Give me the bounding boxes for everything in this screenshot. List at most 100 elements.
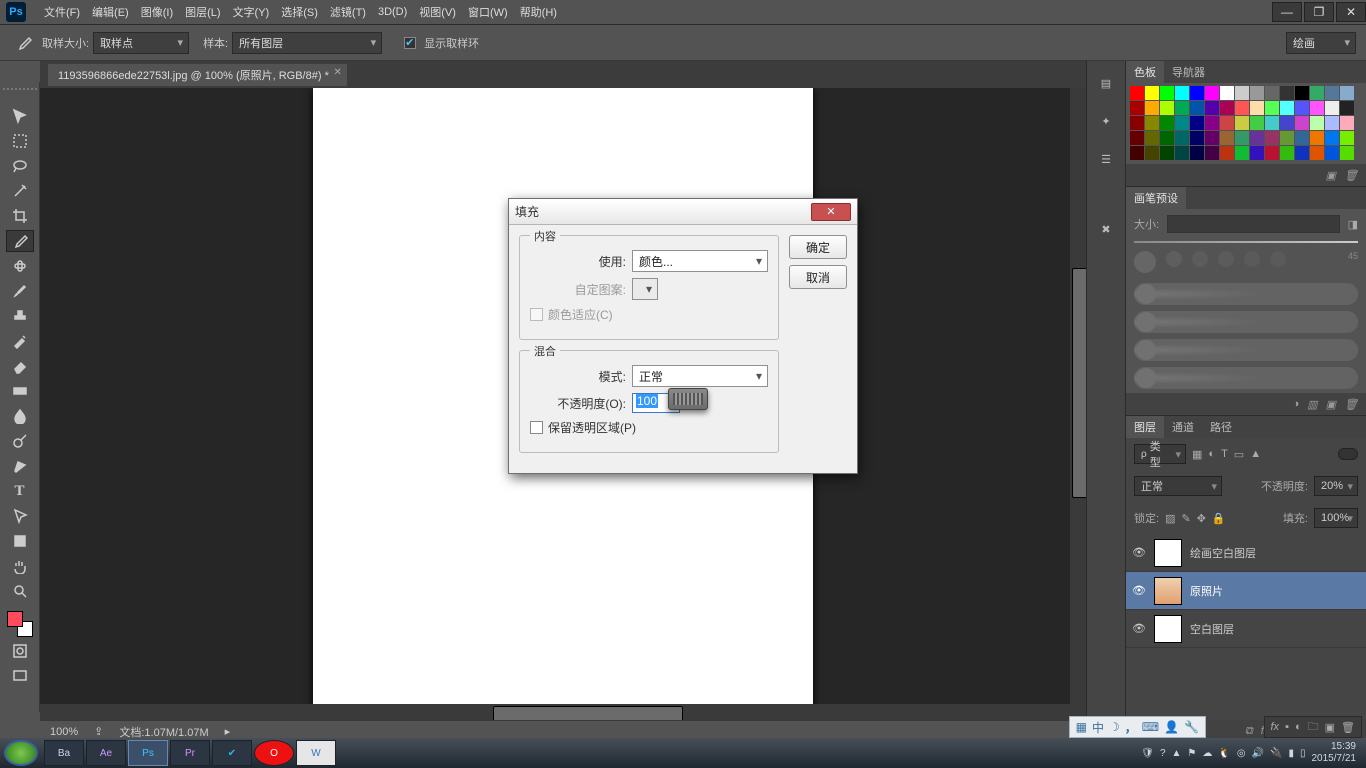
taskbar-app-baidu[interactable]: Ba: [44, 740, 84, 766]
layer-row[interactable]: 👁 空白图层: [1126, 610, 1366, 648]
brush-size-slider[interactable]: [1134, 241, 1358, 243]
brush-tip-row[interactable]: 45: [1126, 245, 1366, 279]
folder-status-icon[interactable]: 🗀: [1308, 718, 1319, 737]
vertical-scrollbar[interactable]: [1070, 88, 1086, 720]
workspace-select[interactable]: 绘画: [1286, 32, 1356, 54]
blend-mode-select[interactable]: 正常: [1134, 476, 1222, 496]
filter-adjust-icon[interactable]: ◐: [1208, 448, 1215, 460]
layer-name[interactable]: 空白图层: [1190, 621, 1234, 637]
window-close[interactable]: ✕: [1336, 2, 1366, 22]
fx-status-icon[interactable]: fx: [1271, 721, 1280, 733]
layer-opacity-input[interactable]: 20%: [1314, 476, 1358, 496]
trash-status-icon[interactable]: 🗑: [1341, 721, 1355, 734]
layer-thumb[interactable]: [1154, 615, 1182, 643]
mask-status-icon[interactable]: ▪: [1285, 721, 1289, 733]
menu-image[interactable]: 图像(I): [135, 0, 179, 24]
eraser-tool[interactable]: [6, 355, 34, 377]
zoom-tool[interactable]: [6, 580, 34, 602]
zoom-readout[interactable]: 100%: [50, 726, 78, 738]
dodge-tool[interactable]: [6, 430, 34, 452]
new-status-icon[interactable]: ▣: [1325, 721, 1335, 734]
menu-help[interactable]: 帮助(H): [514, 0, 563, 24]
window-restore[interactable]: ❐: [1304, 2, 1334, 22]
layer-visibility-icon[interactable]: 👁: [1132, 584, 1146, 597]
menu-select[interactable]: 选择(S): [275, 0, 324, 24]
menu-3d[interactable]: 3D(D): [372, 2, 413, 22]
menu-filter[interactable]: 滤镜(T): [324, 0, 372, 24]
preserve-trans-checkbox[interactable]: [530, 421, 543, 434]
layer-visibility-icon[interactable]: 👁: [1132, 546, 1146, 559]
layer-name[interactable]: 绘画空白图层: [1190, 545, 1256, 561]
filter-toggle[interactable]: [1338, 448, 1358, 460]
history-panel-icon[interactable]: ▤: [1094, 71, 1118, 95]
gradient-tool[interactable]: [6, 380, 34, 402]
menu-window[interactable]: 窗口(W): [462, 0, 514, 24]
tray-360-icon[interactable]: ◎: [1237, 748, 1246, 759]
navigator-tab[interactable]: 导航器: [1164, 61, 1213, 83]
path-select-tool[interactable]: [6, 505, 34, 527]
swatches-grid[interactable]: [1126, 83, 1366, 164]
brush-opt2-icon[interactable]: ▥: [1307, 398, 1317, 411]
swatches-tab[interactable]: 色板: [1126, 61, 1164, 83]
ok-button[interactable]: 确定: [789, 235, 847, 259]
horizontal-scrollbar[interactable]: [40, 704, 1070, 720]
pen-tool[interactable]: [6, 455, 34, 477]
quickmask-toggle[interactable]: [6, 640, 34, 662]
crop-tool[interactable]: [6, 205, 34, 227]
blur-tool[interactable]: [6, 405, 34, 427]
fill-input[interactable]: 100%: [1314, 508, 1358, 528]
layers-tab[interactable]: 图层: [1126, 416, 1164, 438]
fg-bg-swatch[interactable]: [7, 611, 33, 637]
status-arrow-icon[interactable]: ▸: [225, 725, 231, 738]
menu-view[interactable]: 视图(V): [413, 0, 462, 24]
new-swatch-icon[interactable]: ▣: [1326, 169, 1336, 182]
adjust-status-icon[interactable]: ◐: [1295, 721, 1302, 733]
taskbar-app-thunder[interactable]: ✔: [212, 740, 252, 766]
tray-wifi-icon[interactable]: ▮: [1288, 748, 1294, 759]
move-tool[interactable]: [6, 105, 34, 127]
paths-tab[interactable]: 路径: [1202, 416, 1240, 438]
tray-shield-icon[interactable]: 🛡: [1141, 748, 1154, 759]
taskbar-app-pr[interactable]: Pr: [170, 740, 210, 766]
menu-type[interactable]: 文字(Y): [227, 0, 276, 24]
onscreen-keyboard-icon[interactable]: [668, 388, 708, 410]
tray-flag-icon[interactable]: ⚑: [1187, 748, 1196, 759]
actions-panel-icon[interactable]: ✦: [1094, 109, 1118, 133]
ime-soft-kbd-icon[interactable]: ⌨: [1142, 720, 1159, 734]
taskbar-app-ae[interactable]: Ae: [86, 740, 126, 766]
menu-edit[interactable]: 编辑(E): [86, 0, 135, 24]
type-tool[interactable]: T: [6, 480, 34, 502]
ime-grid-icon[interactable]: ▦: [1076, 720, 1087, 734]
lock-paint-icon[interactable]: ✎: [1181, 512, 1190, 525]
lock-all-icon[interactable]: 🔒: [1212, 512, 1226, 525]
ime-moon-icon[interactable]: ☽: [1109, 720, 1120, 734]
shape-tool[interactable]: [6, 530, 34, 552]
brush-size-input[interactable]: [1167, 215, 1340, 233]
filter-pixel-icon[interactable]: ▦: [1192, 448, 1202, 461]
layer-filter-type[interactable]: ρ 类型: [1134, 444, 1186, 464]
filter-type-icon[interactable]: T: [1221, 448, 1228, 460]
filter-smart-icon[interactable]: ▲: [1250, 448, 1261, 460]
ime-punct-icon[interactable]: ，: [1125, 719, 1137, 736]
mode-select[interactable]: 正常: [632, 365, 768, 387]
delete-swatch-icon[interactable]: 🗑: [1344, 169, 1358, 182]
properties-panel-icon[interactable]: ☰: [1094, 147, 1118, 171]
use-select[interactable]: 颜色...: [632, 250, 768, 272]
lock-pos-icon[interactable]: ✥: [1197, 512, 1206, 525]
brush-toggle-icon[interactable]: ◨: [1348, 218, 1358, 231]
new-brush-icon[interactable]: ▣: [1326, 398, 1336, 411]
delete-brush-icon[interactable]: 🗑: [1344, 398, 1358, 411]
tray-action-icon[interactable]: ▯: [1300, 748, 1306, 759]
brush-presets-tab[interactable]: 画笔预设: [1126, 187, 1186, 209]
layer-row[interactable]: 👁 原照片: [1126, 572, 1366, 610]
layer-name[interactable]: 原照片: [1190, 583, 1223, 599]
taskbar-app-word[interactable]: W: [296, 740, 336, 766]
window-minimize[interactable]: —: [1272, 2, 1302, 22]
lasso-tool[interactable]: [6, 155, 34, 177]
link-layers-icon[interactable]: ⧉: [1245, 725, 1253, 738]
stamp-tool[interactable]: [6, 305, 34, 327]
close-tab-icon[interactable]: ✕: [333, 67, 341, 78]
hand-tool[interactable]: [6, 555, 34, 577]
show-ring-checkbox[interactable]: [404, 37, 416, 49]
taskbar-app-ps[interactable]: Ps: [128, 740, 168, 766]
